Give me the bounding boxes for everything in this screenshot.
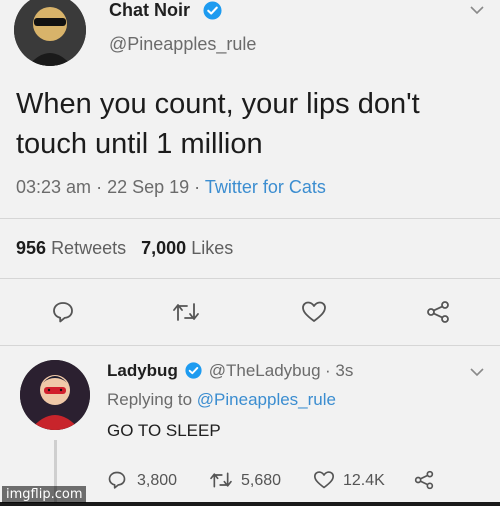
tweet-time: 03:23 am xyxy=(16,177,92,197)
reply-separator: · xyxy=(324,361,336,380)
reply-like-icon[interactable] xyxy=(313,470,335,490)
likes-count: 7,000 xyxy=(141,238,187,258)
reply-reply-icon[interactable] xyxy=(107,470,127,490)
share-icon[interactable] xyxy=(425,300,451,324)
reply-author-avatar[interactable] xyxy=(20,360,90,430)
divider xyxy=(0,278,500,279)
reply-share-icon[interactable] xyxy=(413,470,435,490)
divider xyxy=(0,218,500,219)
verified-icon xyxy=(185,362,202,379)
reply-reply-count: 3,800 xyxy=(137,472,178,489)
reply-retweet-count: 5,680 xyxy=(241,472,282,489)
meta-separator: · xyxy=(194,177,205,197)
watermark: imgflip.com xyxy=(2,486,87,503)
tweet-meta: 03:23 am · 22 Sep 19 · Twitter for Cats xyxy=(16,177,326,198)
tweet-text-line-1: When you count, your lips don't xyxy=(16,88,420,120)
retweet-icon[interactable] xyxy=(172,300,200,324)
meta-separator: · xyxy=(96,177,108,197)
likes-label: Likes xyxy=(191,238,234,258)
tweet-source-link[interactable]: Twitter for Cats xyxy=(205,177,326,197)
reply-text: GO TO SLEEP xyxy=(107,421,221,440)
like-icon[interactable] xyxy=(301,300,327,324)
author-handle[interactable]: @Pineapples_rule xyxy=(109,34,256,55)
reply-icon[interactable] xyxy=(51,300,75,324)
retweets-count: 956 xyxy=(16,238,47,258)
author-avatar[interactable] xyxy=(14,0,86,66)
tweet-stats: 956 Retweets 7,000 Likes xyxy=(16,238,233,259)
chevron-down-icon[interactable] xyxy=(470,6,484,15)
author-name[interactable]: Chat Noir xyxy=(109,0,190,21)
reply-like-count: 12.4K xyxy=(343,472,385,489)
reply-header: Ladybug @TheLadybug · 3s xyxy=(107,361,353,381)
verified-icon xyxy=(203,1,222,20)
tweet-date: 22 Sep 19 xyxy=(107,177,190,197)
reply-author-name[interactable]: Ladybug xyxy=(107,361,178,380)
replying-to-handle[interactable]: @Pineapples_rule xyxy=(197,390,336,409)
replying-to-prefix: Replying to xyxy=(107,390,193,409)
likes-stat[interactable]: 7,000 Likes xyxy=(141,238,233,258)
reply-author-handle[interactable]: @TheLadybug xyxy=(209,361,321,380)
chevron-down-icon[interactable] xyxy=(470,368,484,377)
reply-age: 3s xyxy=(335,361,354,380)
tweet-text-line-2: touch until 1 million xyxy=(16,128,263,160)
replying-to-line: Replying to @Pineapples_rule xyxy=(107,390,336,410)
retweets-label: Retweets xyxy=(51,238,127,258)
retweets-stat[interactable]: 956 Retweets xyxy=(16,238,126,258)
reply-retweet-icon[interactable] xyxy=(209,470,233,490)
divider xyxy=(0,345,500,346)
